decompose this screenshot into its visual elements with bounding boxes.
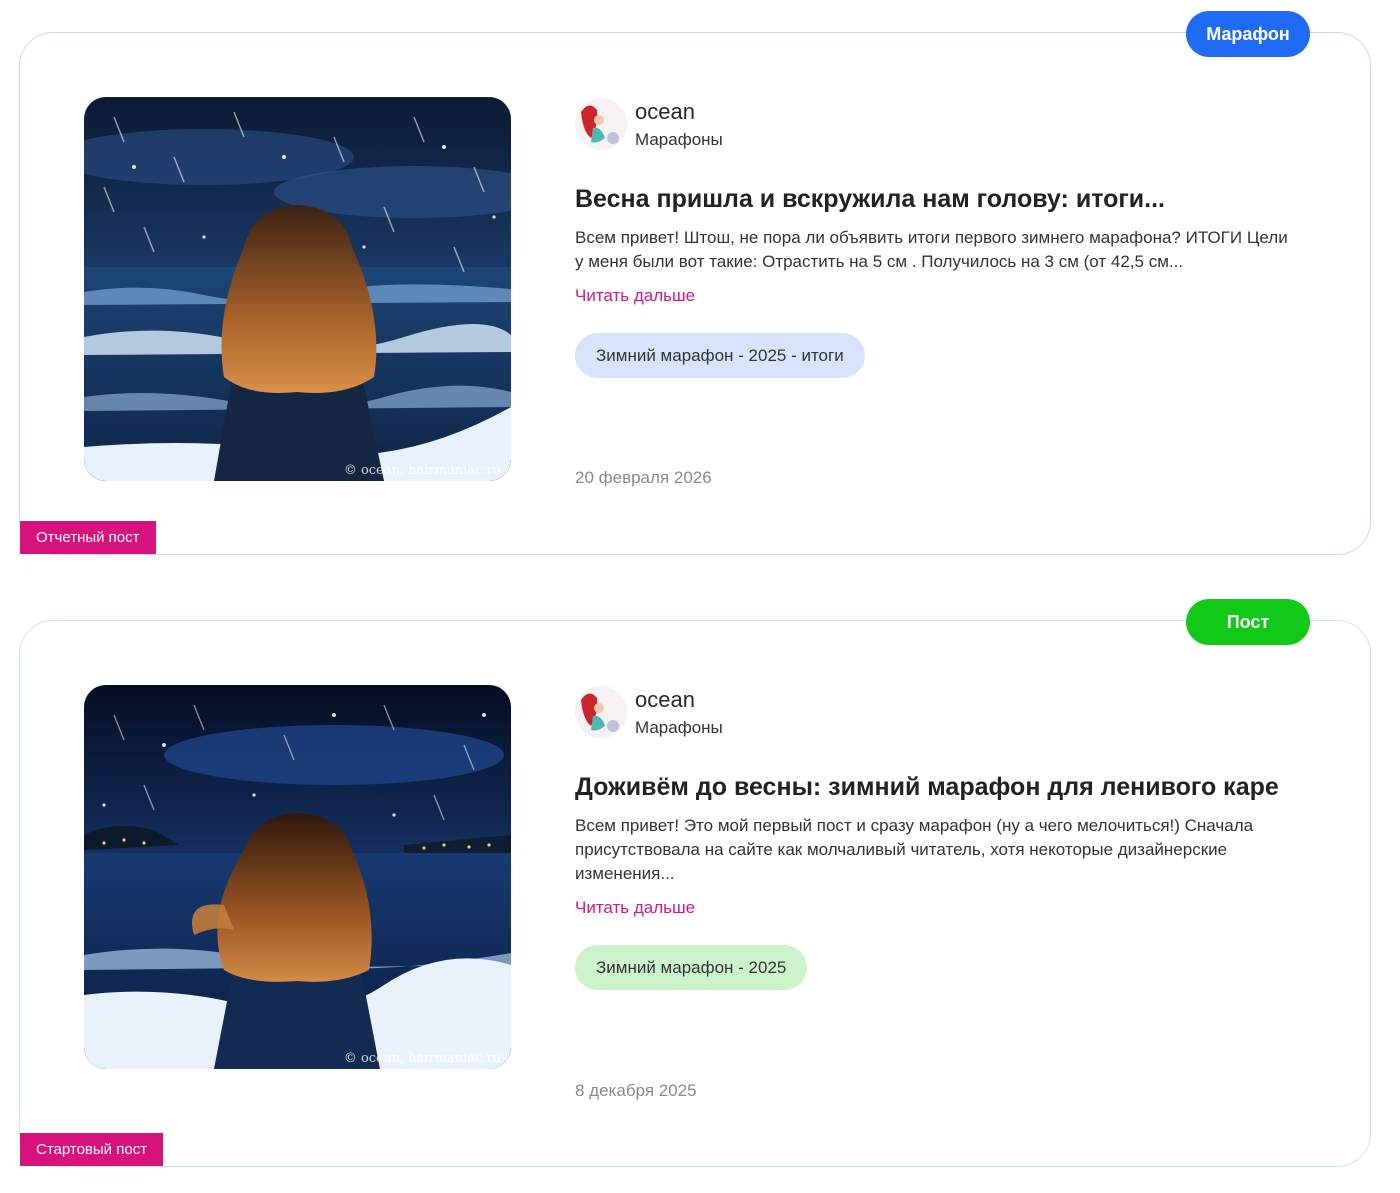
post-date: 20 февраля 2026: [575, 468, 712, 487]
post-thumbnail[interactable]: © ocean, hairmaniac.ru: [84, 685, 511, 1069]
post-thumbnail[interactable]: © ocean, hairmaniac.ru: [84, 97, 511, 481]
post-type-pill[interactable]: Марафон: [1186, 11, 1310, 57]
post-kind-badge[interactable]: Отчетный пост: [20, 521, 156, 554]
post-card: Марафон © ocean, hairmaniac.ru ocean Мар…: [19, 11, 1371, 555]
post-excerpt: Всем привет! Это мой первый пост и сразу…: [575, 816, 1254, 883]
post-title[interactable]: Весна пришла и вскружила нам голову: ито…: [575, 185, 1310, 214]
night-sea-illustration: [84, 97, 511, 481]
mermaid-avatar-icon: [575, 686, 627, 738]
night-bay-illustration: [84, 685, 511, 1069]
post-date: 8 декабря 2025: [575, 1081, 697, 1100]
avatar[interactable]: [575, 686, 627, 738]
post-title[interactable]: Доживём до весны: зимний марафон для лен…: [575, 773, 1310, 802]
author-name[interactable]: ocean: [635, 100, 723, 123]
watermark: © ocean, hairmaniac.ru: [343, 1051, 501, 1066]
post-author: ocean Марафоны: [575, 685, 723, 739]
read-more-link[interactable]: Читать дальше: [575, 898, 695, 918]
post-author: ocean Марафоны: [575, 97, 723, 151]
post-type-pill[interactable]: Пост: [1186, 599, 1310, 645]
watermark: © ocean, hairmaniac.ru: [343, 463, 501, 478]
post-tag[interactable]: Зимний марафон - 2025: [575, 945, 808, 990]
author-category[interactable]: Марафоны: [635, 719, 723, 736]
post-kind-badge[interactable]: Стартовый пост: [20, 1133, 164, 1166]
mermaid-avatar-icon: [575, 98, 627, 150]
post-excerpt: Всем привет! Штош, не пора ли объявить и…: [575, 228, 1288, 271]
author-category[interactable]: Марафоны: [635, 131, 723, 148]
post-tag[interactable]: Зимний марафон - 2025 - итоги: [575, 333, 865, 378]
author-name[interactable]: ocean: [635, 688, 723, 711]
avatar[interactable]: [575, 98, 627, 150]
read-more-link[interactable]: Читать дальше: [575, 286, 695, 306]
post-card: Пост © ocean, hairmaniac.ru ocean Марафо…: [19, 599, 1371, 1167]
